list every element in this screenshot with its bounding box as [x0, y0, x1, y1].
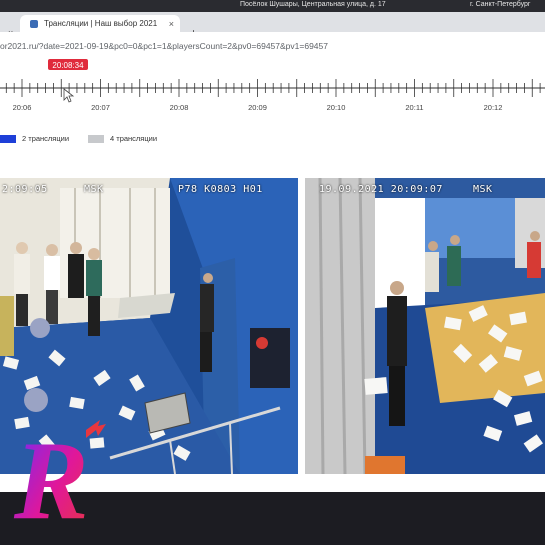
svg-text:20:08:34: 20:08:34	[52, 61, 84, 70]
camera-1-station: P78 K0803 H01	[178, 184, 263, 195]
broadcast-legend: 2 трансляции 4 трансляции	[0, 130, 545, 174]
timeline-label: 20:11	[405, 103, 423, 112]
legend-swatch-4[interactable]	[88, 135, 104, 143]
tab-strip: × Трансляции | Наш выбор 2021 × +	[0, 12, 545, 40]
site-favicon-icon	[30, 19, 38, 28]
camera-1-zone: MSK	[84, 184, 104, 195]
url-text[interactable]: or2021.ru/?date=2021-09-19&pc0=0&pc1=1&p…	[0, 41, 328, 51]
camera-2-timestamp: 19.09.2021 20:09:07	[319, 184, 443, 195]
timeline-label: 20:09	[248, 103, 267, 112]
timeline-labels: 20:06 20:07 20:08 20:09 20:10 20:11 20:12	[13, 103, 503, 112]
timeline-label: 20:10	[327, 103, 346, 112]
camera-2-scene	[305, 178, 545, 474]
svg-text:R: R	[13, 419, 89, 530]
current-time-bubble: 20:08:34	[48, 59, 88, 70]
legend-label-4[interactable]: 4 трансляции	[110, 134, 157, 143]
close-icon[interactable]: ×	[169, 19, 174, 29]
timeline-label: 20:06	[13, 103, 32, 112]
address-bar[interactable]: or2021.ru/?date=2021-09-19&pc0=0&pc1=1&p…	[0, 32, 545, 59]
timeline-label: 20:07	[91, 103, 110, 112]
camera-feed-2[interactable]: 19.09.2021 20:09:07 MSK	[305, 178, 545, 474]
mouse-cursor-icon	[63, 88, 75, 103]
camera-2-zone: MSK	[473, 184, 493, 195]
timeline-label: 20:12	[484, 103, 503, 112]
camera-1-timestamp: 2:09:05	[2, 184, 48, 195]
gender-symbol-icon	[86, 420, 106, 438]
tab-title: Трансляции | Наш выбор 2021	[44, 19, 158, 28]
legend-label-2[interactable]: 2 трансляции	[22, 134, 69, 143]
tab-broadcasts[interactable]: Трансляции | Наш выбор 2021 ×	[20, 15, 180, 32]
watermark-logo: R	[13, 419, 106, 530]
timeline-track[interactable]: 20:06 20:07 20:08 20:09 20:10 20:11 20:12 20:0…	[0, 58, 545, 130]
video-header-bar: Посёлок Шушары, Центральная улица, д. 17…	[0, 0, 545, 12]
city-label: г. Санкт-Петербург	[470, 1, 531, 8]
legend-swatch-2[interactable]	[0, 135, 16, 143]
polling-address: Посёлок Шушары, Центральная улица, д. 17	[240, 1, 386, 8]
timeline-label: 20:08	[170, 103, 189, 112]
timeline-scrubber[interactable]: 20:06 20:07 20:08 20:09 20:10 20:11 20:12 20:0…	[0, 58, 545, 130]
